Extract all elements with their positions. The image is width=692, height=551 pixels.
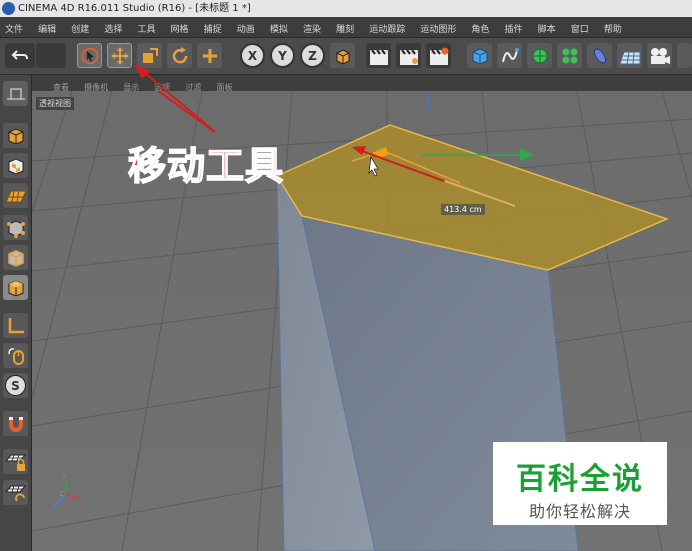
spline-pen-icon [501, 47, 519, 62]
object-cube-icon [8, 127, 23, 145]
menu-tools[interactable]: 工具 [132, 20, 160, 40]
render-to-picture-viewer-button[interactable] [396, 43, 421, 68]
snap-button[interactable] [3, 411, 28, 436]
sculpt-s-icon: S [5, 375, 26, 396]
rotate-tool-button[interactable] [167, 43, 192, 68]
checker-cube-icon [8, 157, 23, 175]
planar-workplane-button[interactable] [3, 480, 28, 505]
menu-snap[interactable]: 捕捉 [199, 20, 227, 40]
menu-window[interactable]: 窗口 [566, 20, 594, 40]
menu-character[interactable]: 角色 [466, 20, 494, 40]
mode-object-button[interactable] [3, 123, 28, 148]
coordinate-cube-icon [336, 48, 349, 65]
rotate-icon [172, 46, 187, 63]
mouse-icon [7, 347, 24, 365]
locked-workplane-button[interactable] [3, 449, 28, 474]
undo-button[interactable] [5, 43, 35, 68]
clapperboard-icon [369, 48, 388, 65]
annotation-move-tool-label: 移动工具 [127, 143, 285, 189]
deformer-icon [593, 48, 606, 63]
mode-workplane-button[interactable] [3, 183, 28, 208]
y-axis-lock-button[interactable]: Y [270, 43, 295, 68]
viewport-label: 透视视图 [36, 97, 74, 110]
sculpt-mode-button[interactable]: S [3, 373, 28, 398]
watermark-title: 百科全说 [516, 462, 644, 497]
menu-select[interactable]: 选择 [99, 20, 127, 40]
menu-sculpt[interactable]: 雕刻 [331, 20, 359, 40]
live-selection-button[interactable] [77, 43, 102, 68]
menu-plugins[interactable]: 插件 [500, 20, 528, 40]
clapperboard-render-icon [399, 48, 418, 65]
add-deformer-button[interactable] [587, 43, 612, 68]
render-view-button[interactable] [366, 43, 391, 68]
mode-points-button[interactable] [3, 215, 28, 240]
redo-button[interactable] [36, 43, 66, 68]
menu-create[interactable]: 创建 [66, 20, 94, 40]
menu-bar: 文件 编辑 创建 选择 工具 网格 捕捉 动画 模拟 渲染 雕刻 运动跟踪 运动… [0, 17, 692, 38]
cube-icon [472, 47, 487, 65]
axis-label-y: Y [62, 473, 67, 481]
add-spline-button[interactable] [497, 43, 522, 68]
coordinate-system-button[interactable] [330, 43, 355, 68]
left-toolbar: S [0, 75, 32, 551]
menu-simulate[interactable]: 模拟 [265, 20, 293, 40]
polygons-cube-icon [8, 279, 23, 297]
recent-tool-button[interactable] [197, 43, 222, 68]
add-mograph-button[interactable] [557, 43, 582, 68]
camera-icon [650, 47, 670, 64]
menu-file[interactable]: 文件 [0, 20, 28, 40]
axis-label-x: X [80, 496, 85, 504]
cinema4d-app-icon [2, 2, 15, 15]
enable-axis-button[interactable] [3, 313, 28, 338]
workplane-grid-icon [4, 190, 27, 202]
menu-animate[interactable]: 动画 [232, 20, 260, 40]
menu-mesh[interactable]: 网格 [166, 20, 194, 40]
z-axis-lock-button[interactable]: Z [300, 43, 325, 68]
add-camera-button[interactable] [647, 43, 672, 68]
viewport-menu-bar: 查看 摄像机 显示 选项 过滤 面板 [32, 75, 692, 92]
main-toolbar: X Y Z [0, 38, 692, 75]
mode-texture-button[interactable] [3, 153, 28, 178]
floor-grid-icon [618, 51, 640, 64]
subdivision-icon [532, 48, 547, 63]
add-nurbs-button[interactable] [527, 43, 552, 68]
add-light-button[interactable] [677, 43, 692, 68]
watermark-subtitle: 助你轻松解决 [528, 502, 631, 521]
clapperboard-settings-icon [429, 47, 448, 65]
menu-script[interactable]: 脚本 [533, 20, 561, 40]
x-axis-lock-button[interactable]: X [240, 43, 265, 68]
window-title: CINEMA 4D R16.011 Studio (R16) - [未标题 1 … [18, 3, 251, 14]
locked-grid-icon [4, 454, 26, 471]
cursor-select-icon [81, 47, 98, 64]
magnet-icon [8, 416, 23, 432]
points-cube-icon [6, 219, 25, 238]
add-environment-button[interactable] [617, 43, 642, 68]
mode-polygons-button[interactable] [3, 275, 28, 300]
scale-tool-button[interactable] [137, 43, 162, 68]
scene-lamp-icon [6, 87, 25, 100]
menu-help[interactable]: 帮助 [599, 20, 627, 40]
window-titlebar: CINEMA 4D R16.011 Studio (R16) - [未标题 1 … [0, 0, 692, 17]
tweak-mode-button[interactable] [3, 343, 28, 368]
menu-mograph[interactable]: 运动图形 [415, 20, 461, 40]
mode-model-button[interactable] [3, 81, 28, 106]
render-settings-button[interactable] [426, 43, 451, 68]
move-arrows-icon [110, 46, 129, 65]
edges-cube-icon [7, 249, 24, 267]
distance-readout: 413.4 cm [441, 204, 485, 215]
menu-render[interactable]: 渲染 [298, 20, 326, 40]
grid-rotate-icon [4, 485, 26, 502]
undo-icon [11, 49, 28, 60]
axis-icon [8, 317, 24, 333]
menu-edit[interactable]: 编辑 [33, 20, 61, 40]
scale-icon [142, 47, 158, 63]
add-cube-button[interactable] [467, 43, 492, 68]
mode-edges-button[interactable] [3, 245, 28, 270]
watermark-box: 百科全说 助你轻松解决 [493, 442, 667, 525]
cloner-icon [562, 48, 577, 63]
plus-icon [202, 48, 217, 63]
move-tool-button[interactable] [107, 43, 132, 68]
menu-motion-tracking[interactable]: 运动跟踪 [364, 20, 410, 40]
axis-label-z: Z [59, 490, 64, 498]
